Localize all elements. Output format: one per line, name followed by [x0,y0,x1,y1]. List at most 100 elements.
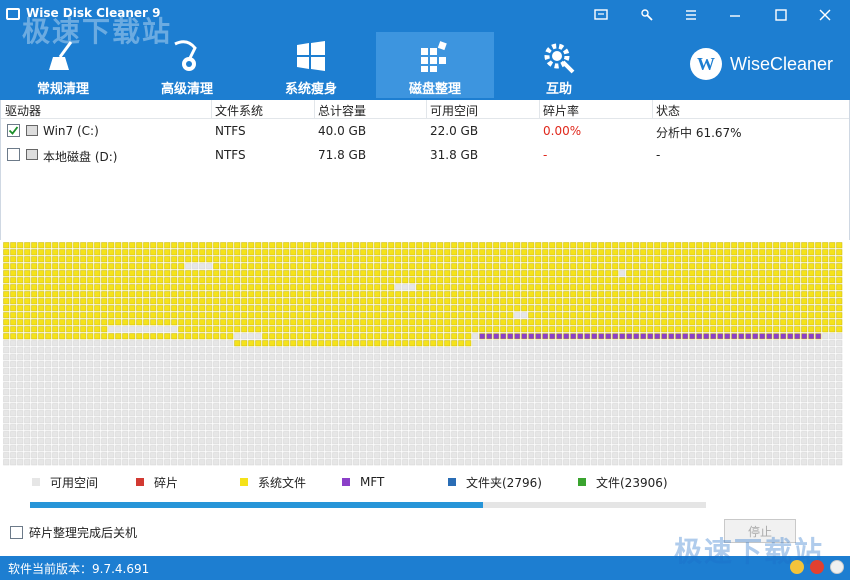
cluster-block [241,424,248,431]
cluster-block [122,361,129,368]
cluster-block [514,347,521,354]
cluster-block [38,445,45,452]
cluster-block [829,291,836,298]
cluster-block [171,284,178,291]
cluster-block [794,312,801,319]
cluster-block [360,389,367,396]
tab-common-clean[interactable]: 常规清理 [4,32,122,98]
social-icon[interactable] [830,560,844,574]
shutdown-checkbox[interactable] [10,526,23,539]
cluster-block [717,389,724,396]
smiley-icon[interactable] [790,560,804,574]
cluster-block [136,347,143,354]
legend-label: MFT [360,475,385,489]
cluster-block [157,284,164,291]
cluster-block [318,431,325,438]
cluster-block [241,403,248,410]
cluster-block [752,368,759,375]
tab-system-slim[interactable]: 系统瘦身 [252,32,370,98]
cluster-block [311,382,318,389]
cluster-block [262,319,269,326]
cluster-block [451,410,458,417]
cluster-block [17,403,24,410]
cluster-block [808,389,815,396]
cluster-block [633,263,640,270]
cluster-block [374,291,381,298]
drive-checkbox[interactable] [7,148,20,161]
tab-mutual-help[interactable]: 互助 [500,32,618,98]
cluster-block [87,256,94,263]
column-header-filesystem[interactable]: 文件系统 [215,102,263,119]
cluster-block [717,319,724,326]
cluster-block [423,354,430,361]
cluster-block [325,438,332,445]
cluster-block [822,410,829,417]
cluster-block [416,438,423,445]
cluster-block [717,459,724,466]
cluster-block [241,445,248,452]
maximize-button[interactable] [766,3,796,27]
weibo-icon[interactable] [810,560,824,574]
cluster-block [766,417,773,424]
cluster-block [367,347,374,354]
cluster-block [430,270,437,277]
drive-checkbox[interactable] [7,124,20,137]
table-row[interactable]: 本地磁盘 (D:) NTFS 71.8 GB 31.8 GB - - [1,144,849,166]
cluster-block [94,438,101,445]
column-header-status[interactable]: 状态 [656,102,680,119]
feedback-button[interactable] [586,3,616,27]
cluster-block [577,452,584,459]
cluster-block [178,277,185,284]
column-header-total[interactable]: 总计容量 [318,102,366,119]
cluster-block [325,333,332,340]
column-header-fragmentation[interactable]: 碎片率 [543,102,579,119]
brand-logo: W [690,48,722,80]
cluster-block [276,459,283,466]
cluster-block [143,417,150,424]
column-header-free[interactable]: 可用空间 [430,102,478,119]
menu-button[interactable] [676,3,706,27]
cluster-block [213,291,220,298]
tab-advanced-clean[interactable]: 高级清理 [128,32,246,98]
cluster-block [535,291,542,298]
cluster-block [66,305,73,312]
shutdown-after-defrag-option[interactable]: 碎片整理完成后关机 [10,524,137,541]
cluster-block [38,319,45,326]
cluster-block [591,270,598,277]
cluster-block [388,410,395,417]
cluster-block [682,417,689,424]
table-row[interactable]: Win7 (C:) NTFS 40.0 GB 22.0 GB 0.00% 分析中… [1,120,849,142]
cluster-block [262,242,269,249]
cluster-block [283,256,290,263]
cluster-block [640,326,647,333]
cluster-block [395,452,402,459]
column-header-drive[interactable]: 驱动器 [5,102,41,119]
tools-button[interactable] [632,3,662,27]
minimize-button[interactable] [720,3,750,27]
cluster-block [738,256,745,263]
brand[interactable]: W WiseCleaner [690,48,833,80]
cluster-block [17,333,24,340]
close-button[interactable] [810,3,840,27]
broom-icon [49,41,73,70]
cluster-block [339,396,346,403]
cluster-block [675,242,682,249]
cluster-block [451,270,458,277]
cluster-block [185,333,192,340]
cluster-block [115,284,122,291]
cluster-block [31,396,38,403]
cluster-block [612,375,619,382]
cluster-block [472,291,479,298]
cluster-block [766,256,773,263]
cluster-block [486,242,493,249]
cluster-block [241,438,248,445]
cluster-block [647,403,654,410]
cluster-block [787,284,794,291]
cluster-block [794,396,801,403]
cluster-block [143,256,150,263]
tab-defrag[interactable]: 磁盘整理 [376,32,494,98]
cluster-block [304,396,311,403]
cluster-block [52,459,59,466]
cluster-block [206,375,213,382]
cluster-block [451,291,458,298]
